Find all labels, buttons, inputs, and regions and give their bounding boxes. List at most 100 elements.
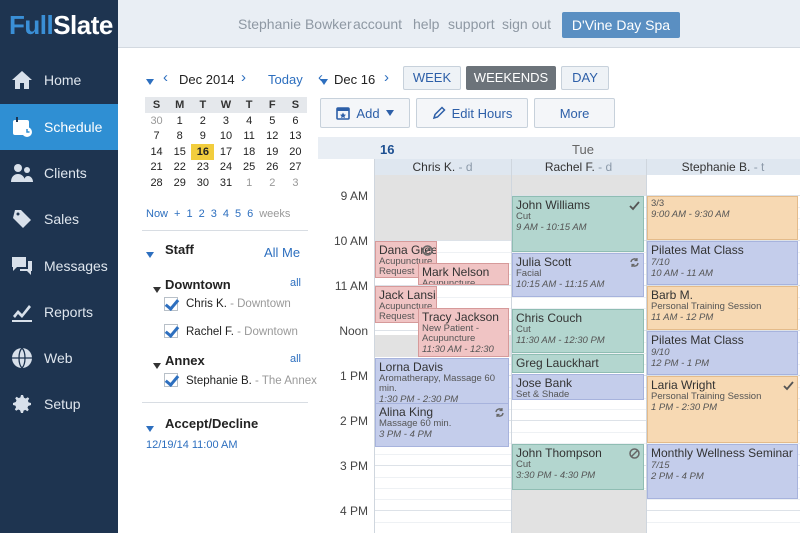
next-day-icon[interactable]: › bbox=[384, 69, 389, 86]
annex-all-link[interactable]: all bbox=[290, 353, 301, 365]
calendar-day[interactable]: 13 bbox=[284, 129, 307, 145]
appointment[interactable]: Barb M. Personal Training Session 11 AM - … bbox=[647, 286, 798, 331]
calendar-day[interactable]: 18 bbox=[238, 144, 261, 160]
calendar-day[interactable]: 11 bbox=[238, 129, 261, 145]
appointment[interactable]: Pilates Mat Class 7/10 10 AM - 11 AM bbox=[647, 241, 798, 286]
staff-checkbox-chris[interactable] bbox=[164, 297, 178, 311]
account-link[interactable]: account bbox=[353, 16, 402, 32]
day-view-button[interactable]: DAY bbox=[561, 66, 609, 90]
mini-month-label: Dec 2014 bbox=[179, 72, 235, 87]
staff-collapse-icon[interactable] bbox=[146, 246, 154, 261]
appointment[interactable]: Pilates Mat Class 9/10 12 PM - 1 PM bbox=[647, 331, 798, 376]
calendar-day[interactable]: 19 bbox=[261, 144, 284, 160]
week-view-button[interactable]: WEEK bbox=[403, 66, 461, 90]
appointment[interactable]: Mark NelsonAcupuncture Repeat11 AM - 12 … bbox=[418, 262, 509, 286]
calendar-day[interactable]: 4 bbox=[238, 113, 261, 129]
nav-clients[interactable]: Clients bbox=[0, 150, 118, 196]
weeks-link[interactable]: 2 bbox=[199, 208, 205, 220]
calendar-day[interactable]: 2 bbox=[261, 175, 284, 191]
calendar-day[interactable]: 12 bbox=[261, 129, 284, 145]
calendar-day[interactable]: 20 bbox=[284, 144, 307, 160]
weeks-link[interactable]: 6 bbox=[247, 208, 253, 220]
weeks-link[interactable]: 3 bbox=[211, 208, 217, 220]
calendar-day[interactable]: 10 bbox=[214, 129, 237, 145]
weeks-link[interactable]: 1 bbox=[186, 208, 192, 220]
calendar-day[interactable]: 3 bbox=[214, 113, 237, 129]
all-me-link[interactable]: All Me bbox=[264, 245, 300, 260]
now-link[interactable]: Now bbox=[146, 208, 168, 220]
appointment-service: Massage 60 min. bbox=[379, 418, 452, 430]
user-name[interactable]: Stephanie Bowker bbox=[238, 16, 352, 32]
prev-month-icon[interactable]: ‹ bbox=[163, 69, 168, 86]
appointment[interactable]: Julia Scott Facial 10:15 AM - 11:15 AM bbox=[512, 252, 644, 297]
month-dropdown-icon[interactable] bbox=[146, 73, 154, 88]
calendar-day[interactable]: 30 bbox=[145, 113, 168, 129]
calendar-day[interactable]: 17 bbox=[214, 144, 237, 160]
calendar-day[interactable]: 15 bbox=[168, 144, 191, 160]
calendar-day[interactable]: 2 bbox=[191, 113, 214, 129]
nav-web[interactable]: Web bbox=[0, 335, 118, 381]
calendar-day[interactable]: 25 bbox=[238, 160, 261, 176]
calendar-day[interactable]: 28 bbox=[145, 175, 168, 191]
calendar-day[interactable]: 14 bbox=[145, 144, 168, 160]
accept-collapse-icon[interactable] bbox=[146, 420, 154, 435]
weeks-link[interactable]: 5 bbox=[235, 208, 241, 220]
appointment[interactable]: Alina King Massage 60 min. 3 PM - 4 PM bbox=[375, 403, 509, 448]
calendar-day[interactable]: 26 bbox=[261, 160, 284, 176]
calendar-day[interactable]: 1 bbox=[238, 175, 261, 191]
calendar-day[interactable]: 3 bbox=[284, 175, 307, 191]
help-link[interactable]: help bbox=[413, 16, 439, 32]
calendar-day[interactable]: 24 bbox=[214, 160, 237, 176]
calendar-day[interactable]: 29 bbox=[168, 175, 191, 191]
next-month-icon[interactable]: › bbox=[241, 69, 246, 86]
appointment[interactable]: Jose Bank Set & Shade bbox=[512, 374, 644, 400]
weeks-link[interactable]: 4 bbox=[223, 208, 229, 220]
accept-decline-item[interactable]: 12/19/14 11:00 AM bbox=[146, 439, 238, 451]
calendar-day[interactable]: 1 bbox=[168, 113, 191, 129]
appointment[interactable]: Monthly Wellness Seminar 7/15 2 PM - 4 PM bbox=[647, 443, 798, 499]
calendar-day[interactable]: 30 bbox=[191, 175, 214, 191]
calendar-day[interactable]: 31 bbox=[214, 175, 237, 191]
edit-hours-button[interactable]: Edit Hours bbox=[416, 98, 528, 128]
sign-out-link[interactable]: sign out bbox=[502, 16, 551, 32]
staff-checkbox-rachel[interactable] bbox=[164, 324, 178, 338]
calendar-day[interactable]: 7 bbox=[145, 129, 168, 145]
staff-checkbox-stephanie[interactable] bbox=[164, 373, 178, 387]
nav-messages[interactable]: Messages bbox=[0, 243, 118, 289]
appointment-time: 11:30 AM - 12:30 PM bbox=[422, 343, 494, 356]
calendar-day[interactable]: 16 bbox=[191, 144, 215, 160]
downtown-all-link[interactable]: all bbox=[290, 277, 301, 289]
plus-link[interactable]: + bbox=[174, 208, 180, 220]
more-button[interactable]: More bbox=[534, 98, 615, 128]
nav-home[interactable]: Home bbox=[0, 57, 118, 103]
calendar-day[interactable]: 6 bbox=[284, 113, 307, 129]
calendar-day[interactable]: 9 bbox=[191, 129, 214, 145]
appointment[interactable]: Lorna Davis Aromatherapy, Massage 60 min.… bbox=[375, 358, 509, 409]
nav-setup[interactable]: Setup bbox=[0, 381, 118, 427]
appointment[interactable]: John Thompson Cut 3:30 PM - 4:30 PM bbox=[512, 443, 644, 490]
calendar-day[interactable]: 21 bbox=[145, 160, 168, 176]
appointment-service: Set & Shade bbox=[516, 389, 570, 400]
nav-schedule[interactable]: Schedule bbox=[0, 104, 118, 150]
nav-sales[interactable]: Sales bbox=[0, 196, 118, 242]
calendar-day[interactable]: 5 bbox=[261, 113, 284, 129]
weekends-view-button[interactable]: WEEKENDS bbox=[466, 66, 556, 90]
appointment[interactable]: Chris Couch Cut 11:30 AM - 12:30 PM bbox=[512, 308, 644, 353]
add-button[interactable]: Add bbox=[320, 98, 410, 128]
annex-collapse-icon[interactable] bbox=[153, 357, 161, 372]
appointment[interactable]: Greg Lauckhart bbox=[512, 353, 644, 373]
appointment[interactable]: Laria Wright Personal Training Session 1 P… bbox=[647, 376, 798, 443]
business-button[interactable]: D'Vine Day Spa bbox=[562, 12, 680, 38]
calendar-day[interactable]: 8 bbox=[168, 129, 191, 145]
support-link[interactable]: support bbox=[448, 16, 495, 32]
appointment[interactable]: Tracy Jackson New Patient - Acupuncture 11… bbox=[418, 307, 509, 358]
calendar-day[interactable]: 27 bbox=[284, 160, 307, 176]
appointment[interactable]: John Williams Cut 9 AM - 10:15 AM bbox=[512, 196, 644, 252]
calendar-day[interactable]: 23 bbox=[191, 160, 214, 176]
today-link[interactable]: Today bbox=[268, 72, 303, 87]
nav-reports[interactable]: Reports bbox=[0, 289, 118, 335]
appointment[interactable]: 3/3 9:00 AM - 9:30 AM bbox=[647, 196, 798, 241]
downtown-collapse-icon[interactable] bbox=[153, 281, 161, 296]
prev-day-icon[interactable]: ‹ bbox=[318, 69, 323, 86]
calendar-day[interactable]: 22 bbox=[168, 160, 191, 176]
